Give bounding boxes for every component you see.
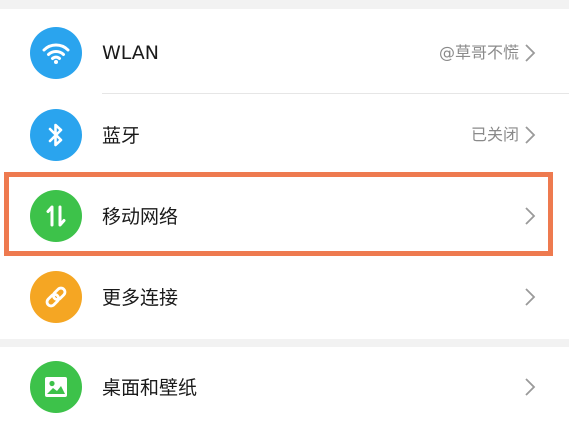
chevron-right-icon bbox=[525, 378, 536, 396]
bluetooth-icon bbox=[30, 109, 82, 161]
chevron-right-icon bbox=[525, 288, 536, 306]
settings-item-value: @草哥不慌 bbox=[438, 43, 519, 62]
settings-item-more-connections[interactable]: 更多连接 bbox=[0, 256, 569, 338]
settings-item-desktop-wallpaper[interactable]: 桌面和壁纸 bbox=[0, 347, 569, 427]
link-icon bbox=[30, 271, 82, 323]
settings-item-label: 更多连接 bbox=[102, 287, 179, 309]
highlight-box bbox=[4, 172, 553, 256]
display-group: 桌面和壁纸 bbox=[0, 347, 569, 427]
settings-screen: WLAN @草哥不慌 蓝牙 已关闭 移动网络 更多连接 桌面和壁纸 bbox=[0, 0, 569, 427]
settings-item-value: 已关闭 bbox=[470, 125, 519, 144]
picture-icon bbox=[30, 361, 82, 413]
settings-item-bluetooth[interactable]: 蓝牙 已关闭 bbox=[0, 94, 569, 176]
chevron-right-icon bbox=[525, 44, 536, 62]
chevron-right-icon bbox=[525, 126, 536, 144]
settings-item-label: 桌面和壁纸 bbox=[102, 377, 198, 399]
settings-item-wlan[interactable]: WLAN @草哥不慌 bbox=[0, 12, 569, 94]
settings-item-label: WLAN bbox=[102, 42, 160, 64]
wifi-icon bbox=[30, 27, 82, 79]
settings-item-label: 蓝牙 bbox=[102, 125, 141, 147]
